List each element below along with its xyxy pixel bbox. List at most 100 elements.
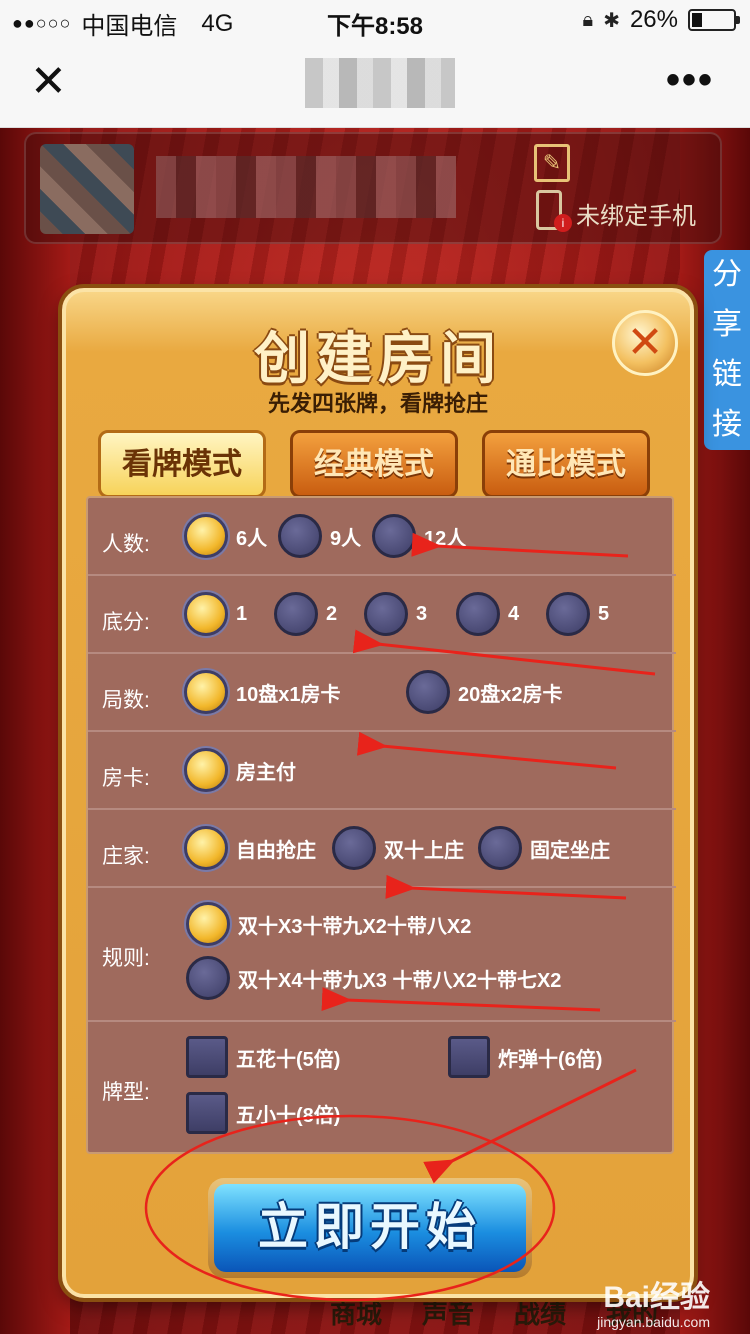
row-players: 人数: 6人 9人 12人 — [88, 498, 676, 576]
rotation-lock-icon: 🔒︎ — [582, 8, 594, 31]
tab-classic-mode[interactable]: 经典模式 — [290, 430, 458, 498]
mode-description: 先发四张牌，看牌抢庄 — [267, 391, 488, 416]
baidu-watermark: Bai经验 — [603, 1281, 710, 1314]
edit-icon[interactable]: ✎ — [534, 144, 570, 182]
start-button-label: 立即开始 — [214, 1184, 526, 1272]
game-canvas: ✎ i 未绑定手机 分 享 链 接 商城 声音 战绩 我的 创建房间 ✕ 先发四… — [0, 128, 750, 1334]
option-players-9[interactable]: 9人 — [278, 514, 361, 558]
player-name-blurred — [156, 156, 456, 218]
row-rounds: 局数: 10盘x1房卡 20盘x2房卡 — [88, 654, 676, 732]
row-rules: 规则: 双十X3十带九X2十带八X2 双十X4十带九X3 十带八X2十带七X2 — [88, 888, 676, 1022]
row-label: 人数: — [102, 533, 150, 556]
tab-kanpai-mode[interactable]: 看牌模式 — [98, 430, 266, 498]
avatar[interactable] — [40, 144, 134, 234]
share-char: 接 — [712, 408, 742, 441]
row-label: 牌型: — [102, 1081, 150, 1104]
radio-button[interactable] — [278, 514, 322, 558]
option-banker-fixed[interactable]: 固定坐庄 — [478, 826, 610, 870]
option-rounds-20[interactable]: 20盘x2房卡 — [406, 670, 563, 714]
option-label: 3 — [416, 602, 428, 625]
option-label: 固定坐庄 — [530, 839, 610, 862]
radio-button[interactable] — [372, 514, 416, 558]
checkbox[interactable] — [448, 1036, 490, 1078]
share-char: 分 — [712, 258, 742, 291]
option-label: 房主付 — [236, 761, 296, 784]
option-label: 9人 — [330, 527, 362, 550]
row-room-card: 房卡: 房主付 — [88, 732, 676, 810]
option-five-small-ten[interactable]: 五小十(8倍) — [186, 1092, 340, 1134]
option-bomb-ten[interactable]: 炸弹十(6倍) — [448, 1036, 602, 1078]
start-now-button[interactable]: 立即开始 — [208, 1178, 532, 1278]
radio-button[interactable] — [184, 826, 228, 870]
row-label: 局数: — [102, 689, 150, 712]
page-title-blurred — [305, 58, 455, 108]
option-label: 12人 — [424, 527, 467, 550]
close-icon[interactable]: ✕ — [30, 60, 67, 104]
radio-button[interactable] — [184, 592, 228, 636]
row-banker: 庄家: 自由抢庄 双十上庄 固定坐庄 — [88, 810, 676, 888]
share-link-tab[interactable]: 分 享 链 接 — [704, 250, 750, 450]
option-five-flower-ten[interactable]: 五花十(5倍) — [186, 1036, 340, 1078]
option-label: 5 — [598, 602, 610, 625]
checkbox[interactable] — [186, 1036, 228, 1078]
option-rule-1[interactable]: 双十X3十带九X2十带八X2 — [186, 902, 471, 946]
option-label: 2 — [326, 602, 338, 625]
watermark-url: jingyan.baidu.com — [597, 1314, 710, 1330]
radio-button[interactable] — [478, 826, 522, 870]
option-score-5[interactable]: 5 — [546, 592, 609, 636]
radio-button[interactable] — [406, 670, 450, 714]
option-score-2[interactable]: 2 — [274, 592, 337, 636]
option-banker-free[interactable]: 自由抢庄 — [184, 826, 316, 870]
row-label: 底分: — [102, 611, 150, 634]
option-score-1[interactable]: 1 — [184, 592, 247, 636]
radio-button[interactable] — [184, 748, 228, 792]
battery-icon — [688, 9, 740, 31]
bind-phone-status[interactable]: 未绑定手机 — [576, 196, 696, 231]
option-rounds-10[interactable]: 10盘x1房卡 — [184, 670, 341, 714]
row-base-score: 底分: 1 2 3 4 5 — [88, 576, 676, 654]
battery-fill — [692, 13, 702, 27]
option-label: 双十上庄 — [384, 839, 464, 862]
radio-button[interactable] — [186, 902, 230, 946]
close-dialog-button[interactable]: ✕ — [612, 310, 678, 376]
tab-tongbi-mode[interactable]: 通比模式 — [482, 430, 650, 498]
radio-button[interactable] — [332, 826, 376, 870]
radio-button[interactable] — [546, 592, 590, 636]
option-rule-2[interactable]: 双十X4十带九X3 十带八X2十带七X2 — [186, 956, 561, 1000]
battery-percent: 26% — [629, 6, 678, 33]
option-players-6[interactable]: 6人 — [184, 514, 267, 558]
menu-records[interactable]: 战绩 — [514, 1294, 566, 1331]
row-card-types: 牌型: 五花十(5倍) 炸弹十(6倍) 五小十(8倍) — [88, 1022, 676, 1154]
radio-button[interactable] — [274, 592, 318, 636]
options-panel: 人数: 6人 9人 12人 底分: 1 2 3 4 5 局数: 10盘x1房卡 … — [86, 496, 676, 1154]
menu-shop[interactable]: 商城 — [330, 1294, 382, 1331]
create-room-dialog: 创建房间 ✕ 先发四张牌，看牌抢庄 看牌模式 经典模式 通比模式 人数: 6人 … — [62, 288, 694, 1298]
option-owner-pays[interactable]: 房主付 — [184, 748, 296, 792]
close-icon: ✕ — [626, 318, 664, 367]
option-score-3[interactable]: 3 — [364, 592, 427, 636]
row-label: 庄家: — [102, 845, 150, 868]
option-banker-double-ten[interactable]: 双十上庄 — [332, 826, 464, 870]
more-menu-icon[interactable]: ••• — [666, 58, 714, 103]
menu-sound[interactable]: 声音 — [422, 1294, 474, 1331]
status-right: 🔒︎ ✱ 26% — [582, 6, 740, 34]
radio-button[interactable] — [184, 670, 228, 714]
radio-button[interactable] — [184, 514, 228, 558]
checkbox[interactable] — [186, 1092, 228, 1134]
share-char: 享 — [712, 308, 742, 341]
option-label: 五小十(8倍) — [236, 1104, 341, 1127]
share-char: 链 — [712, 358, 742, 391]
option-label: 双十X4十带九X3 十带八X2十带七X2 — [238, 969, 562, 992]
nav-bar: ✕ ••• — [0, 42, 750, 128]
dialog-title: 创建房间 — [254, 327, 502, 390]
option-label: 自由抢庄 — [236, 839, 316, 862]
option-score-4[interactable]: 4 — [456, 592, 519, 636]
option-players-12[interactable]: 12人 — [372, 514, 466, 558]
radio-button[interactable] — [186, 956, 230, 1000]
radio-button[interactable] — [364, 592, 408, 636]
bluetooth-icon: ✱ — [603, 9, 620, 32]
option-label: 五花十(5倍) — [236, 1048, 341, 1071]
radio-button[interactable] — [456, 592, 500, 636]
option-label: 炸弹十(6倍) — [498, 1048, 603, 1071]
option-label: 6人 — [236, 527, 268, 550]
